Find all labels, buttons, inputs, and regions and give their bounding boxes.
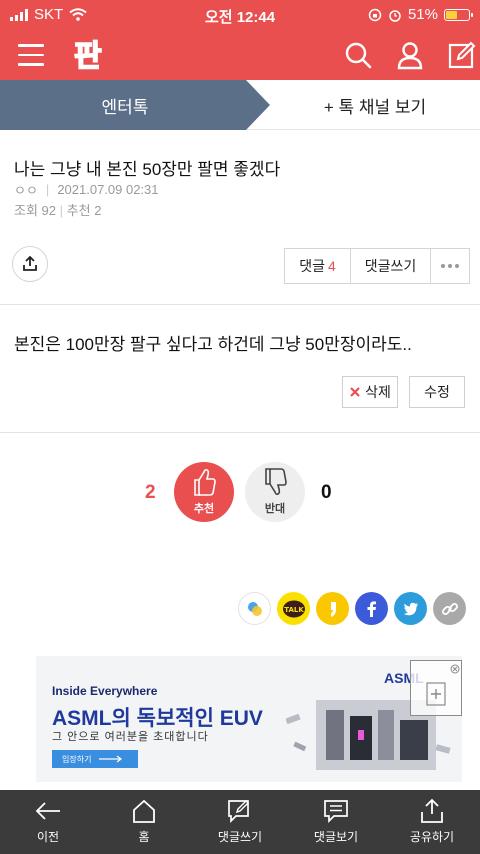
meta-separator: | [45,182,50,197]
rotation-lock-icon [368,8,382,21]
ad-close-icon [426,664,460,706]
link-icon[interactable] [433,592,466,625]
write-comment-button[interactable]: 댓글쓰기 [351,249,431,283]
nav-share[interactable]: 공유하기 [384,790,480,854]
nav-view-comments-label: 댓글보기 [313,830,359,844]
back-arrow-icon [35,802,60,820]
more-dots-icon [441,264,459,268]
comments-label: 댓글 [299,258,325,274]
status-bar: SKT 오전 12:44 51% [0,0,480,30]
ad-description: 그 안으로 여러분을 초대합니다 [52,731,209,743]
tab-view-channels[interactable]: + 톡 채널 보기 [270,80,480,130]
upvote-button[interactable]: 추천 [174,462,234,522]
arrow-right-icon [99,755,123,763]
twitter-icon[interactable] [394,592,427,625]
channel-tabs: 엔터톡 + 톡 채널 보기 [0,80,480,130]
post-meta: ㅇㅇ | 2021.07.09 02:31 [14,180,159,199]
ad-cta-button[interactable]: 입장하기 [52,750,138,768]
kakaostory-icon[interactable] [316,592,349,625]
downvote-count: 0 [321,482,332,503]
nav-view-comments[interactable]: 댓글보기 [288,790,384,854]
nav-back-label: 이전 [36,830,60,844]
ad-banner[interactable]: ASML Inside Everywhere ASML의 독보적인 EUV 그 … [36,656,462,782]
nav-home[interactable]: 홈 [96,790,192,854]
ad-subtitle: Inside Everywhere [52,684,158,698]
thumbs-down-icon [265,468,287,496]
delete-label: 삭제 [365,384,391,400]
divider [0,432,480,433]
nav-home-label: 홈 [138,830,150,844]
delete-button[interactable]: 삭제 [342,376,398,408]
pann-logo[interactable]: 판 [72,34,112,75]
divider [0,304,480,305]
user-icon[interactable] [395,40,425,70]
svg-text:TALK: TALK [284,606,304,614]
comments-count: 4 [327,258,336,274]
downvote-label: 반대 [264,503,286,515]
search-icon[interactable] [343,40,373,70]
upvote-label: 추천 [193,503,215,515]
alarm-icon [389,9,401,22]
ad-cta-label: 입장하기 [62,754,92,764]
downvote-button[interactable]: 반대 [245,462,305,522]
svg-text:판: 판 [74,39,102,74]
home-icon [133,799,155,823]
band-icon[interactable] [238,592,271,625]
nav-write-comment-label: 댓글쓰기 [217,830,263,844]
views-count: 92 [41,203,57,218]
recommend-label: 추천 [66,203,91,218]
nav-share-label: 공유하기 [409,830,455,844]
nav-write-comment[interactable]: 댓글쓰기 [192,790,288,854]
more-button[interactable] [431,249,469,283]
tab-entertalk[interactable]: 엔터톡 [0,80,270,130]
nav-back[interactable]: 이전 [0,790,96,854]
thumbs-up-icon [194,468,216,496]
kakaotalk-icon[interactable]: TALK [277,592,310,625]
app-bar: 판 [0,30,480,80]
share-button[interactable] [12,246,48,282]
share-icon [421,798,443,823]
share-row: TALK [238,592,466,625]
post-date: 2021.07.09 02:31 [57,182,159,197]
upload-share-icon [23,255,37,271]
upvote-count: 2 [145,482,156,503]
battery-icon [444,8,473,21]
ad-choices-button[interactable] [410,660,462,716]
view-comments-icon [324,800,348,824]
menu-icon[interactable] [18,44,44,66]
facebook-icon[interactable] [355,592,388,625]
write-comment-icon [228,800,249,824]
edit-icon[interactable] [447,40,477,70]
bottom-nav: 이전 홈 댓글쓰기 댓글보기 공유하기 [0,790,480,854]
post-author[interactable]: ㅇㅇ [14,180,38,199]
x-icon [350,387,360,397]
post-title: 나는 그냥 내 본진 50장만 팔면 좋겠다 [14,160,281,179]
edit-button[interactable]: 수정 [409,376,465,408]
recommend-count: 2 [94,203,102,218]
battery-percent: 51% [407,6,438,23]
views-label: 조회 [14,203,38,218]
post-body: 본진은 100만장 팔구 싶다고 하건데 그냥 50만장이라도.. [14,335,412,354]
post-stats: 조회 92 | 추천 2 [14,203,102,218]
comment-actions: 댓글 4 댓글쓰기 [284,248,470,284]
comments-button[interactable]: 댓글 4 [285,249,351,283]
